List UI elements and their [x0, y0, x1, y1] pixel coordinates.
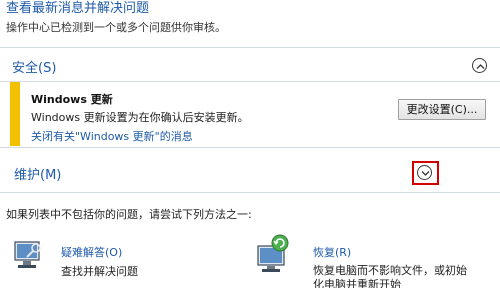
alert-message: Windows 更新设置为在你确认后安装更新。	[31, 111, 249, 124]
security-collapse-button[interactable]	[472, 58, 487, 73]
warning-bar	[10, 82, 20, 146]
page-subtitle: 操作中心已检测到一个或多个问题供你审核。	[6, 21, 226, 34]
alert-title: Windows 更新	[31, 93, 113, 106]
divider	[0, 147, 500, 148]
troubleshooting-link[interactable]: 疑难解答(O)	[61, 244, 122, 260]
page-title: 查看最新消息并解决问题	[6, 1, 150, 16]
section-security-title[interactable]: 安全(S)	[12, 57, 56, 76]
turn-off-messages-link[interactable]: 关闭有关"Windows 更新"的消息	[31, 128, 193, 144]
recovery-icon[interactable]	[256, 232, 292, 278]
maintenance-expand-button[interactable]	[417, 165, 432, 180]
divider	[0, 192, 500, 193]
change-settings-button[interactable]: 更改设置(C)...	[398, 99, 486, 120]
hint-text: 如果列表中不包括你的问题，请尝试下列方法之一:	[6, 208, 252, 221]
chevron-down-icon	[421, 170, 429, 176]
recovery-link[interactable]: 恢复(R)	[313, 244, 351, 260]
troubleshoot-icon[interactable]	[13, 239, 43, 277]
chevron-up-icon	[476, 63, 484, 69]
divider	[0, 47, 500, 48]
troubleshooting-description: 查找并解决问题	[61, 265, 138, 278]
windows-update-alert: Windows 更新 Windows 更新设置为在你确认后安装更新。 关闭有关"…	[0, 82, 500, 146]
recovery-description-line-2: 化电脑并重新开始	[313, 278, 401, 288]
section-maintenance-title[interactable]: 维护(M)	[14, 164, 61, 183]
